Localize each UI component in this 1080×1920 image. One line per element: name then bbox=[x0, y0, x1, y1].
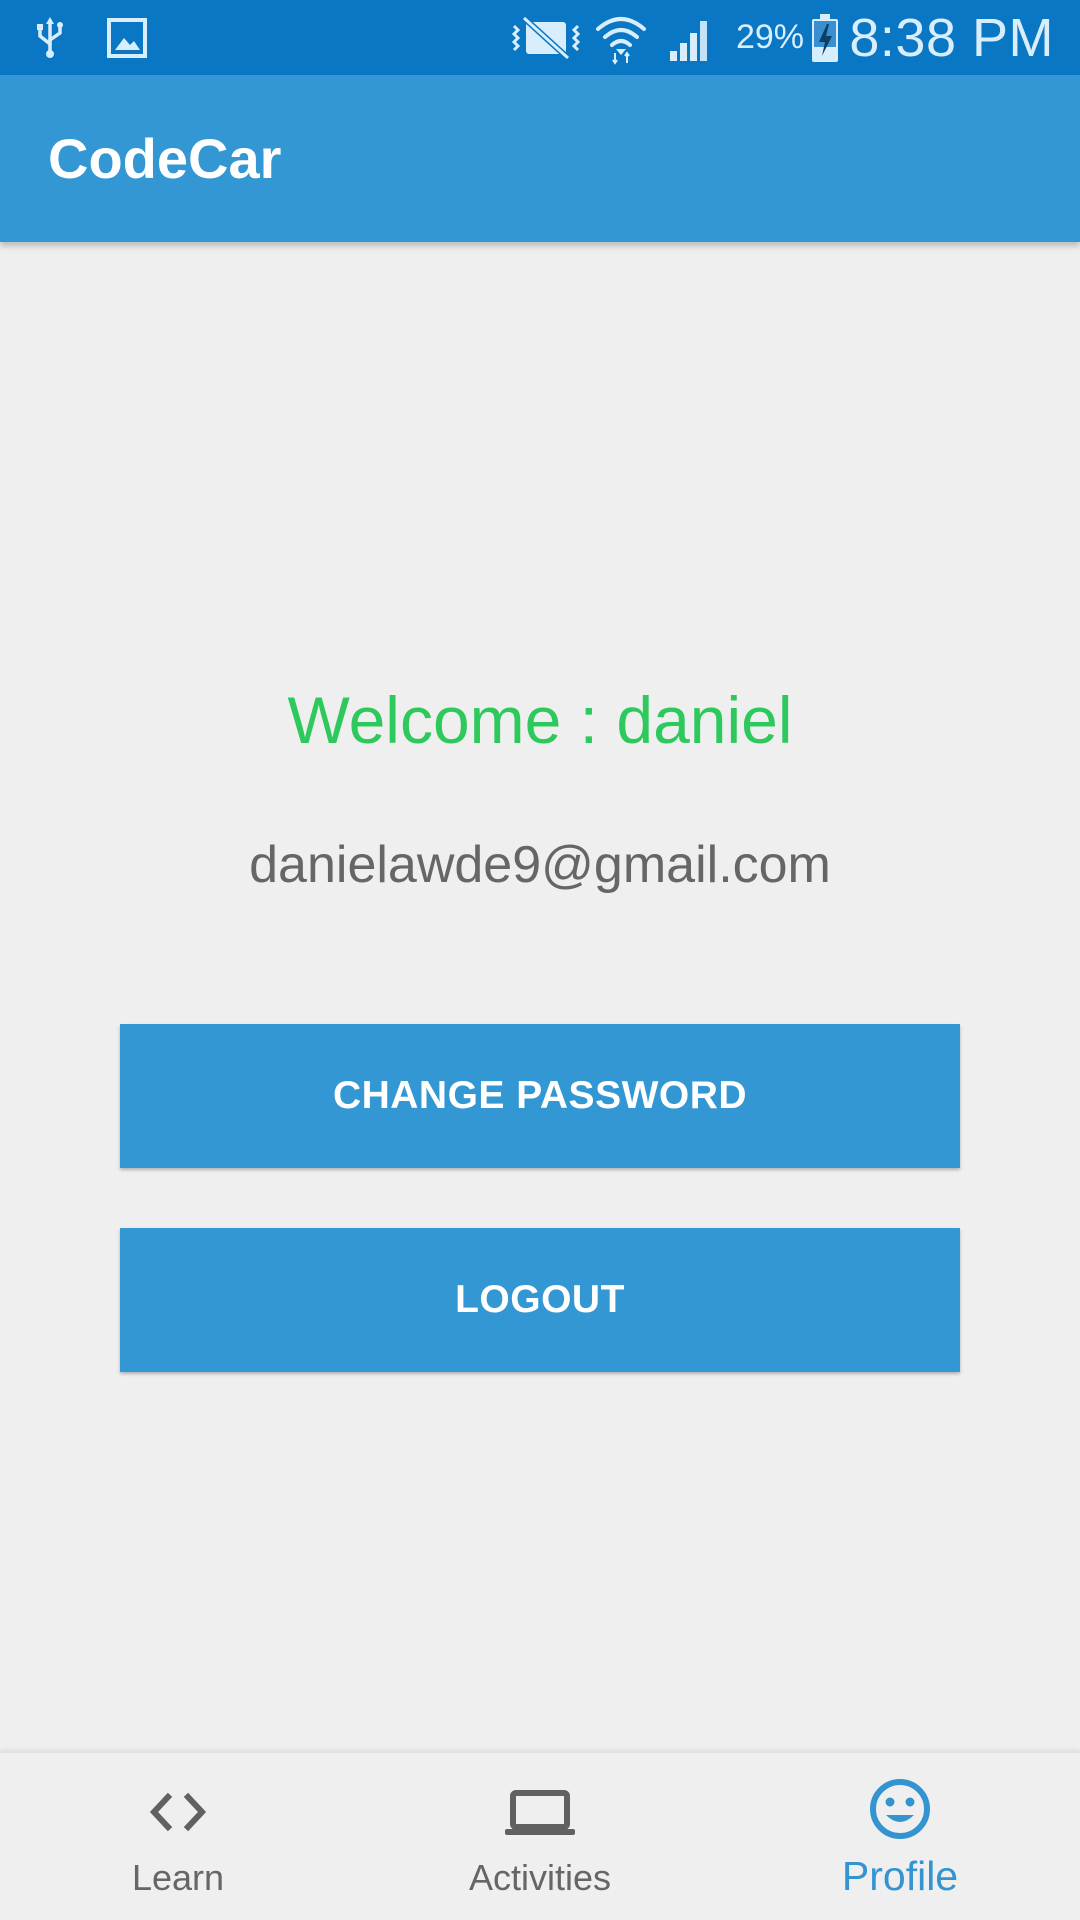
vibrate-mute-icon bbox=[510, 0, 582, 75]
nav-label-learn: Learn bbox=[131, 1857, 225, 1898]
welcome-text: Welcome : daniel bbox=[287, 683, 793, 757]
wifi-icon bbox=[594, 0, 648, 75]
signal-icon bbox=[666, 0, 716, 75]
app-bar: CodeCar bbox=[0, 75, 1080, 242]
profile-screen: 29% 8:38 PM CodeCar Welcome : daniel dan… bbox=[0, 0, 1080, 1920]
logout-button[interactable]: LOGOUT bbox=[120, 1228, 960, 1372]
status-bar: 29% 8:38 PM bbox=[0, 0, 1080, 75]
nav-item-activities[interactable]: Activities bbox=[360, 1753, 720, 1920]
status-time: 8:38 PM bbox=[849, 7, 1054, 68]
laptop-icon bbox=[360, 1787, 720, 1847]
usb-icon bbox=[34, 0, 66, 75]
user-email: danielawde9@gmail.com bbox=[249, 836, 831, 894]
smiley-icon bbox=[720, 1777, 1080, 1843]
nav-label-profile: Profile bbox=[841, 1853, 959, 1899]
image-icon bbox=[106, 0, 148, 75]
bottom-navigation: Learn Activities Profile bbox=[0, 1751, 1080, 1920]
battery-charging-icon bbox=[810, 0, 840, 75]
code-icon bbox=[0, 1787, 358, 1847]
nav-label-activities: Activities bbox=[468, 1857, 612, 1898]
nav-item-profile[interactable]: Profile bbox=[720, 1753, 1080, 1920]
nav-item-learn[interactable]: Learn bbox=[0, 1753, 360, 1920]
app-title: CodeCar bbox=[48, 127, 282, 190]
battery-percent: 29% bbox=[735, 18, 804, 56]
change-password-button[interactable]: CHANGE PASSWORD bbox=[120, 1024, 960, 1168]
